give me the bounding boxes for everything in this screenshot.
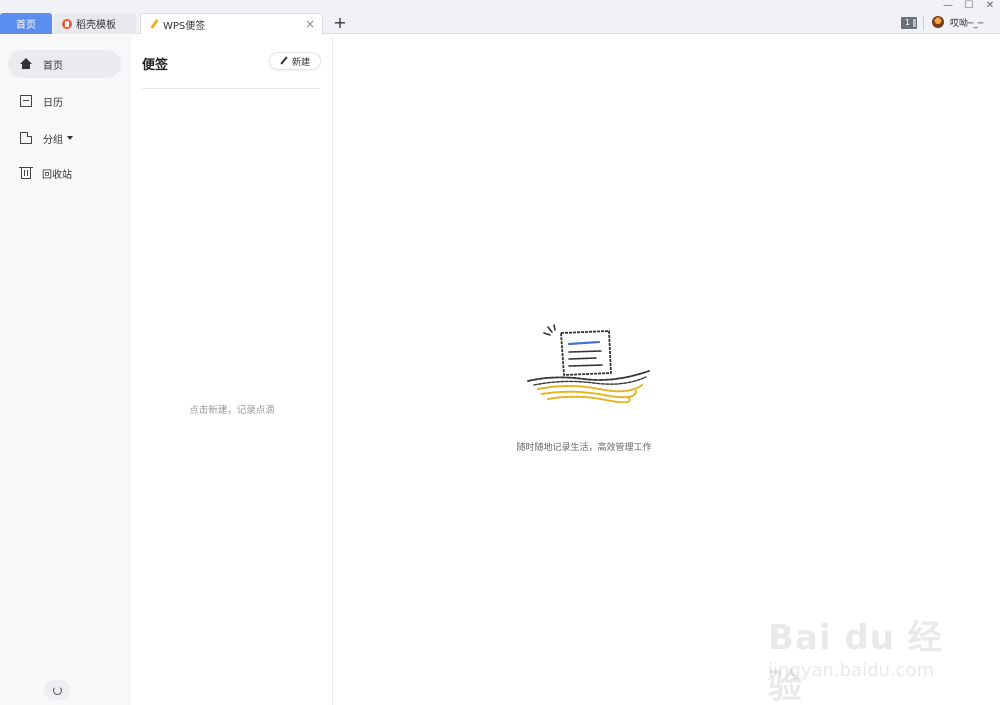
- nav-item-label: 日历: [43, 97, 63, 109]
- tab-home-label: 首页: [16, 20, 36, 31]
- pencil-icon: [149, 19, 159, 29]
- nav-item-trash[interactable]: 回收站: [8, 159, 121, 187]
- username[interactable]: 哎呦─_─: [950, 16, 983, 29]
- toolbar-divider: [923, 16, 924, 30]
- nav-item-home[interactable]: 首页: [8, 50, 121, 78]
- tab-notes-label: WPS便签: [163, 20, 206, 32]
- close-window-button[interactable]: ✕: [982, 0, 998, 12]
- house-icon: [20, 58, 32, 70]
- daoke-logo-icon: [62, 18, 72, 29]
- tab-wps-notes[interactable]: WPS便签 ×: [140, 13, 323, 34]
- watermark-logo: Bai du 经验: [768, 618, 943, 705]
- trash-icon: [19, 167, 33, 179]
- add-tab-button[interactable]: +: [333, 15, 347, 31]
- watermark-url: jingyan.baidu.com: [768, 660, 935, 681]
- nav-item-calendar[interactable]: 日历: [8, 87, 121, 115]
- list-divider: [142, 88, 320, 89]
- folder-icon: [20, 132, 32, 144]
- sync-icon: [52, 685, 62, 695]
- tab-count-badge[interactable]: 1: [901, 17, 917, 29]
- left-nav: 首页 日历 分组 回收站: [0, 35, 131, 705]
- nav-item-label: 回收站: [42, 169, 72, 181]
- sync-button[interactable]: [44, 680, 70, 700]
- tab-home[interactable]: 首页: [0, 13, 52, 34]
- empty-note-illustration: [527, 324, 650, 403]
- title-bar: 首页 稻壳模板 WPS便签 × + — ☐ ✕ 1 哎呦─_─: [0, 0, 1000, 34]
- nav-item-label: 分组: [43, 134, 63, 146]
- pen-icon: [280, 57, 288, 65]
- tab-daoke-templates[interactable]: 稻壳模板: [54, 13, 136, 34]
- new-note-label: 新建: [291, 57, 310, 68]
- caret-down-icon: [67, 136, 73, 140]
- maximize-button[interactable]: ☐: [961, 0, 977, 12]
- empty-list-hint: 点击新建，记录点滴: [189, 405, 275, 416]
- nav-item-label: 首页: [43, 60, 63, 72]
- calendar-icon: [20, 95, 32, 107]
- page-title: 便签: [142, 58, 169, 73]
- tab-daoke-label: 稻壳模板: [76, 20, 116, 31]
- new-note-button[interactable]: 新建: [269, 52, 321, 70]
- avatar[interactable]: [932, 16, 944, 28]
- baidu-watermark: Bai du 经验 jingyan.baidu.com: [768, 600, 953, 705]
- minimize-button[interactable]: —: [940, 0, 956, 12]
- notes-list-panel: 便签 新建 点击新建，记录点滴: [131, 35, 333, 705]
- close-tab-icon[interactable]: ×: [304, 18, 316, 30]
- main-empty-hint: 随时随地记录生活，高效管理工作: [516, 443, 652, 453]
- nav-item-groups[interactable]: 分组: [8, 124, 121, 152]
